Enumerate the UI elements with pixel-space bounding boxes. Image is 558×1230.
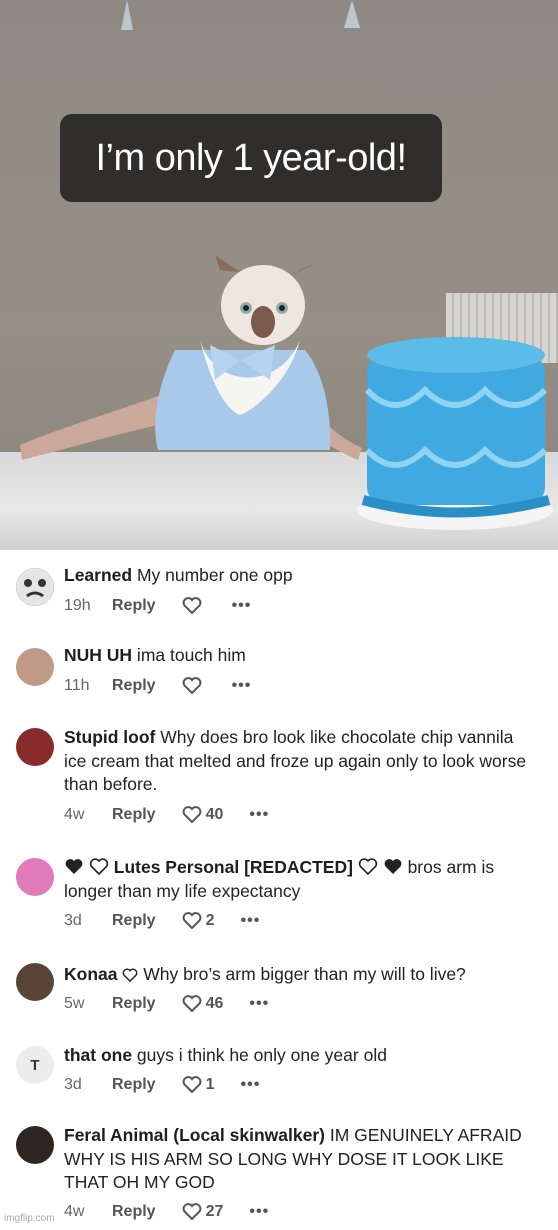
like-count: 46 <box>205 995 224 1012</box>
comment-text: NUH UH ima touch him <box>64 645 246 665</box>
cat-image <box>20 255 362 460</box>
heart-icon <box>182 1076 201 1094</box>
like-button[interactable]: 46 <box>182 995 224 1013</box>
like-count: 40 <box>205 806 224 823</box>
like-button[interactable]: 1 <box>182 1076 215 1094</box>
black-heart-icon <box>65 859 83 874</box>
more-options-button[interactable]: ••• <box>249 995 269 1013</box>
caption-box: I’m only 1 year-old! <box>60 114 442 202</box>
sad-face-icon <box>16 568 54 606</box>
heart-icon <box>182 912 201 930</box>
comment-actions: 3d Reply 2 ••• <box>64 912 260 930</box>
heart-icon <box>182 677 201 695</box>
avatar[interactable] <box>16 858 54 896</box>
avatar[interactable] <box>16 963 54 1001</box>
more-options-button[interactable]: ••• <box>249 1203 269 1221</box>
heart-icon <box>182 597 201 615</box>
blue-cake-image <box>357 337 553 530</box>
avatar[interactable] <box>16 1126 54 1164</box>
reply-button[interactable]: Reply <box>112 677 156 695</box>
hanging-decoration <box>121 0 133 30</box>
heart-icon <box>182 806 201 824</box>
comment-text: Lutes Personal [REDACTED] bros arm is lo… <box>64 857 495 901</box>
more-options-button[interactable]: ••• <box>240 1076 260 1094</box>
like-count: 27 <box>205 1203 224 1220</box>
caption-text: I’m only 1 year-old! <box>95 136 407 179</box>
comment-username[interactable]: Konaa <box>64 964 117 984</box>
like-button[interactable]: 40 <box>182 806 224 824</box>
comment-actions: 19h Reply ••• <box>64 597 251 615</box>
meme-photo: I’m only 1 year-old! <box>0 0 558 550</box>
more-options-button[interactable]: ••• <box>240 912 260 930</box>
like-button[interactable] <box>182 597 206 615</box>
comment-username[interactable]: NUH UH <box>64 645 132 665</box>
heart-icon <box>182 995 201 1013</box>
comment-username[interactable]: Feral Animal (Local skinwalker) <box>64 1125 325 1145</box>
reply-button[interactable]: Reply <box>112 1203 156 1221</box>
like-button[interactable]: 27 <box>182 1203 224 1221</box>
comment-time: 3d <box>64 1076 82 1093</box>
white-heart-icon <box>89 858 109 876</box>
comment-time: 5w <box>64 995 85 1012</box>
comment-time: 3d <box>64 912 82 929</box>
reply-button[interactable]: Reply <box>112 912 156 930</box>
comment-username[interactable]: that one <box>64 1045 132 1065</box>
comment-text: that one guys i think he only one year o… <box>64 1045 387 1065</box>
comment-time: 11h <box>64 677 90 694</box>
comment-time: 19h <box>64 597 91 614</box>
avatar[interactable] <box>16 568 54 606</box>
comment-text: Learned My number one opp <box>64 565 293 585</box>
avatar[interactable] <box>16 648 54 686</box>
comment-actions: 3d Reply 1 ••• <box>64 1076 260 1094</box>
comment-actions: 4w Reply 40 ••• <box>64 806 269 824</box>
comment-actions: 5w Reply 46 ••• <box>64 995 269 1013</box>
comment-username[interactable]: Lutes Personal [REDACTED] <box>114 857 353 877</box>
white-heart-icon <box>358 858 378 876</box>
comment-time: 4w <box>64 806 85 823</box>
comment-actions: 11h Reply ••• <box>64 677 251 695</box>
black-heart-icon <box>384 859 402 874</box>
like-count: 2 <box>205 912 215 929</box>
heart-icon <box>122 968 138 983</box>
comment-list: Learned My number one opp 19h Reply ••• … <box>0 550 558 1230</box>
watermark: imgflip.com <box>4 1213 55 1224</box>
comment-username[interactable]: Learned <box>64 565 132 585</box>
like-button[interactable] <box>182 677 206 695</box>
more-options-button[interactable]: ••• <box>232 597 252 615</box>
hanging-decoration <box>344 0 360 28</box>
avatar[interactable] <box>16 728 54 766</box>
reply-button[interactable]: Reply <box>112 995 156 1013</box>
avatar[interactable]: T <box>16 1046 54 1084</box>
more-options-button[interactable]: ••• <box>249 806 269 824</box>
comment-text: Feral Animal (Local skinwalker) IM GENUI… <box>64 1125 522 1192</box>
comment-text: Stupid loof Why does bro look like choco… <box>64 727 527 794</box>
comment-text: Konaa Why bro’s arm bigger than my will … <box>64 964 466 984</box>
comment-username[interactable]: Stupid loof <box>64 727 155 747</box>
more-options-button[interactable]: ••• <box>232 677 252 695</box>
like-count: 1 <box>205 1076 215 1093</box>
reply-button[interactable]: Reply <box>112 806 156 824</box>
heart-icon <box>182 1203 201 1221</box>
like-button[interactable]: 2 <box>182 912 215 930</box>
reply-button[interactable]: Reply <box>112 1076 156 1094</box>
comment-time: 4w <box>64 1203 85 1220</box>
reply-button[interactable]: Reply <box>112 597 156 615</box>
comment-actions: 4w Reply 27 ••• <box>64 1203 269 1221</box>
